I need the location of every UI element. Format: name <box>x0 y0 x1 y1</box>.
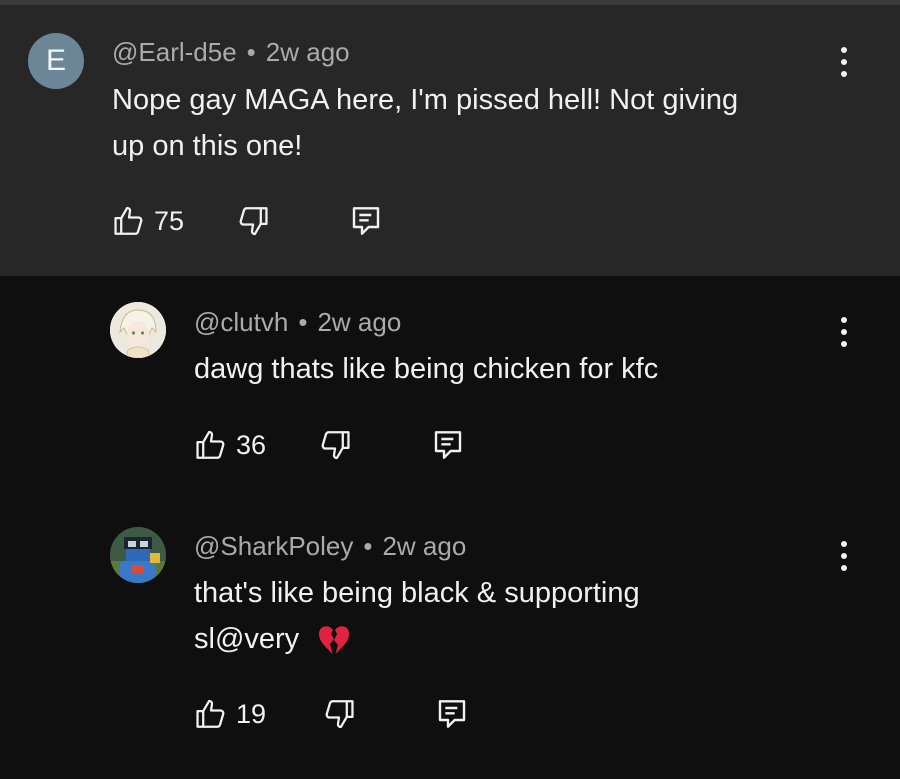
like-count: 36 <box>236 429 267 460</box>
comment-meta: @Earl-d5e • 2w ago <box>112 37 350 68</box>
comment-text-line: that's like being black & supporting <box>194 577 640 609</box>
comment-text-line: Nope gay MAGA here, I'm pissed hell! Not… <box>112 84 739 116</box>
like-count: 19 <box>236 698 267 729</box>
timestamp[interactable]: 2w ago <box>382 531 466 561</box>
author-name[interactable]: @clutvh <box>194 307 288 337</box>
like-button[interactable]: 36 <box>194 428 266 462</box>
reply-icon <box>438 700 466 728</box>
dislike-button[interactable] <box>318 428 352 462</box>
dislike-button[interactable] <box>322 697 356 731</box>
more-vert-icon[interactable] <box>839 317 849 347</box>
comment-actions: 36 <box>194 428 464 462</box>
dislike-button[interactable] <box>236 204 270 238</box>
thumb-down-icon <box>239 207 268 236</box>
comment-text: that's like being black & supporting sl@… <box>194 570 640 662</box>
comment-text-line: up on this one! <box>112 130 303 162</box>
like-button[interactable]: 75 <box>112 204 184 238</box>
comment-actions: 75 <box>112 204 382 238</box>
avatar[interactable]: E <box>28 33 84 89</box>
comment-text: Nope gay MAGA here, I'm pissed hell! Not… <box>112 77 738 169</box>
thumb-up-icon <box>196 430 225 459</box>
author-name[interactable]: @SharkPoley <box>194 531 353 561</box>
comment-actions: 19 <box>194 697 468 731</box>
comment-text: dawg thats like being chicken for kfc <box>194 346 658 392</box>
reply-button[interactable] <box>436 697 468 731</box>
thumb-down-icon <box>321 431 350 460</box>
comment-meta: @SharkPoley • 2w ago <box>194 531 466 562</box>
avatar-letter: E <box>45 44 66 77</box>
timestamp[interactable]: 2w ago <box>317 307 401 337</box>
thumb-up-icon <box>114 206 143 235</box>
more-vert-icon[interactable] <box>839 47 849 77</box>
timestamp[interactable]: 2w ago <box>266 37 350 67</box>
pixel-character-avatar-icon <box>110 527 166 583</box>
comment-text-segment: sl@very <box>194 623 300 655</box>
reply-icon <box>434 431 462 459</box>
author-name[interactable]: @Earl-d5e <box>112 37 237 67</box>
thumb-up-icon <box>196 699 225 728</box>
broken-heart-emoji <box>319 626 350 655</box>
anime-character-avatar-icon <box>110 302 166 358</box>
like-button[interactable]: 19 <box>194 697 266 731</box>
reply-icon <box>352 207 380 235</box>
thumb-down-icon <box>325 700 354 729</box>
comment-meta: @clutvh • 2w ago <box>194 307 401 338</box>
avatar[interactable] <box>110 527 166 583</box>
like-count: 75 <box>154 205 185 236</box>
separator-dot: • <box>298 307 308 337</box>
reply-button[interactable] <box>432 428 464 462</box>
comment-text-line: dawg thats like being chicken for kfc <box>194 353 659 385</box>
reply-button[interactable] <box>350 204 382 238</box>
separator-dot: • <box>363 531 373 561</box>
more-vert-icon[interactable] <box>839 541 849 571</box>
comment-text-line-2: sl@very <box>194 616 640 662</box>
avatar[interactable] <box>110 302 166 358</box>
separator-dot: • <box>246 37 256 67</box>
